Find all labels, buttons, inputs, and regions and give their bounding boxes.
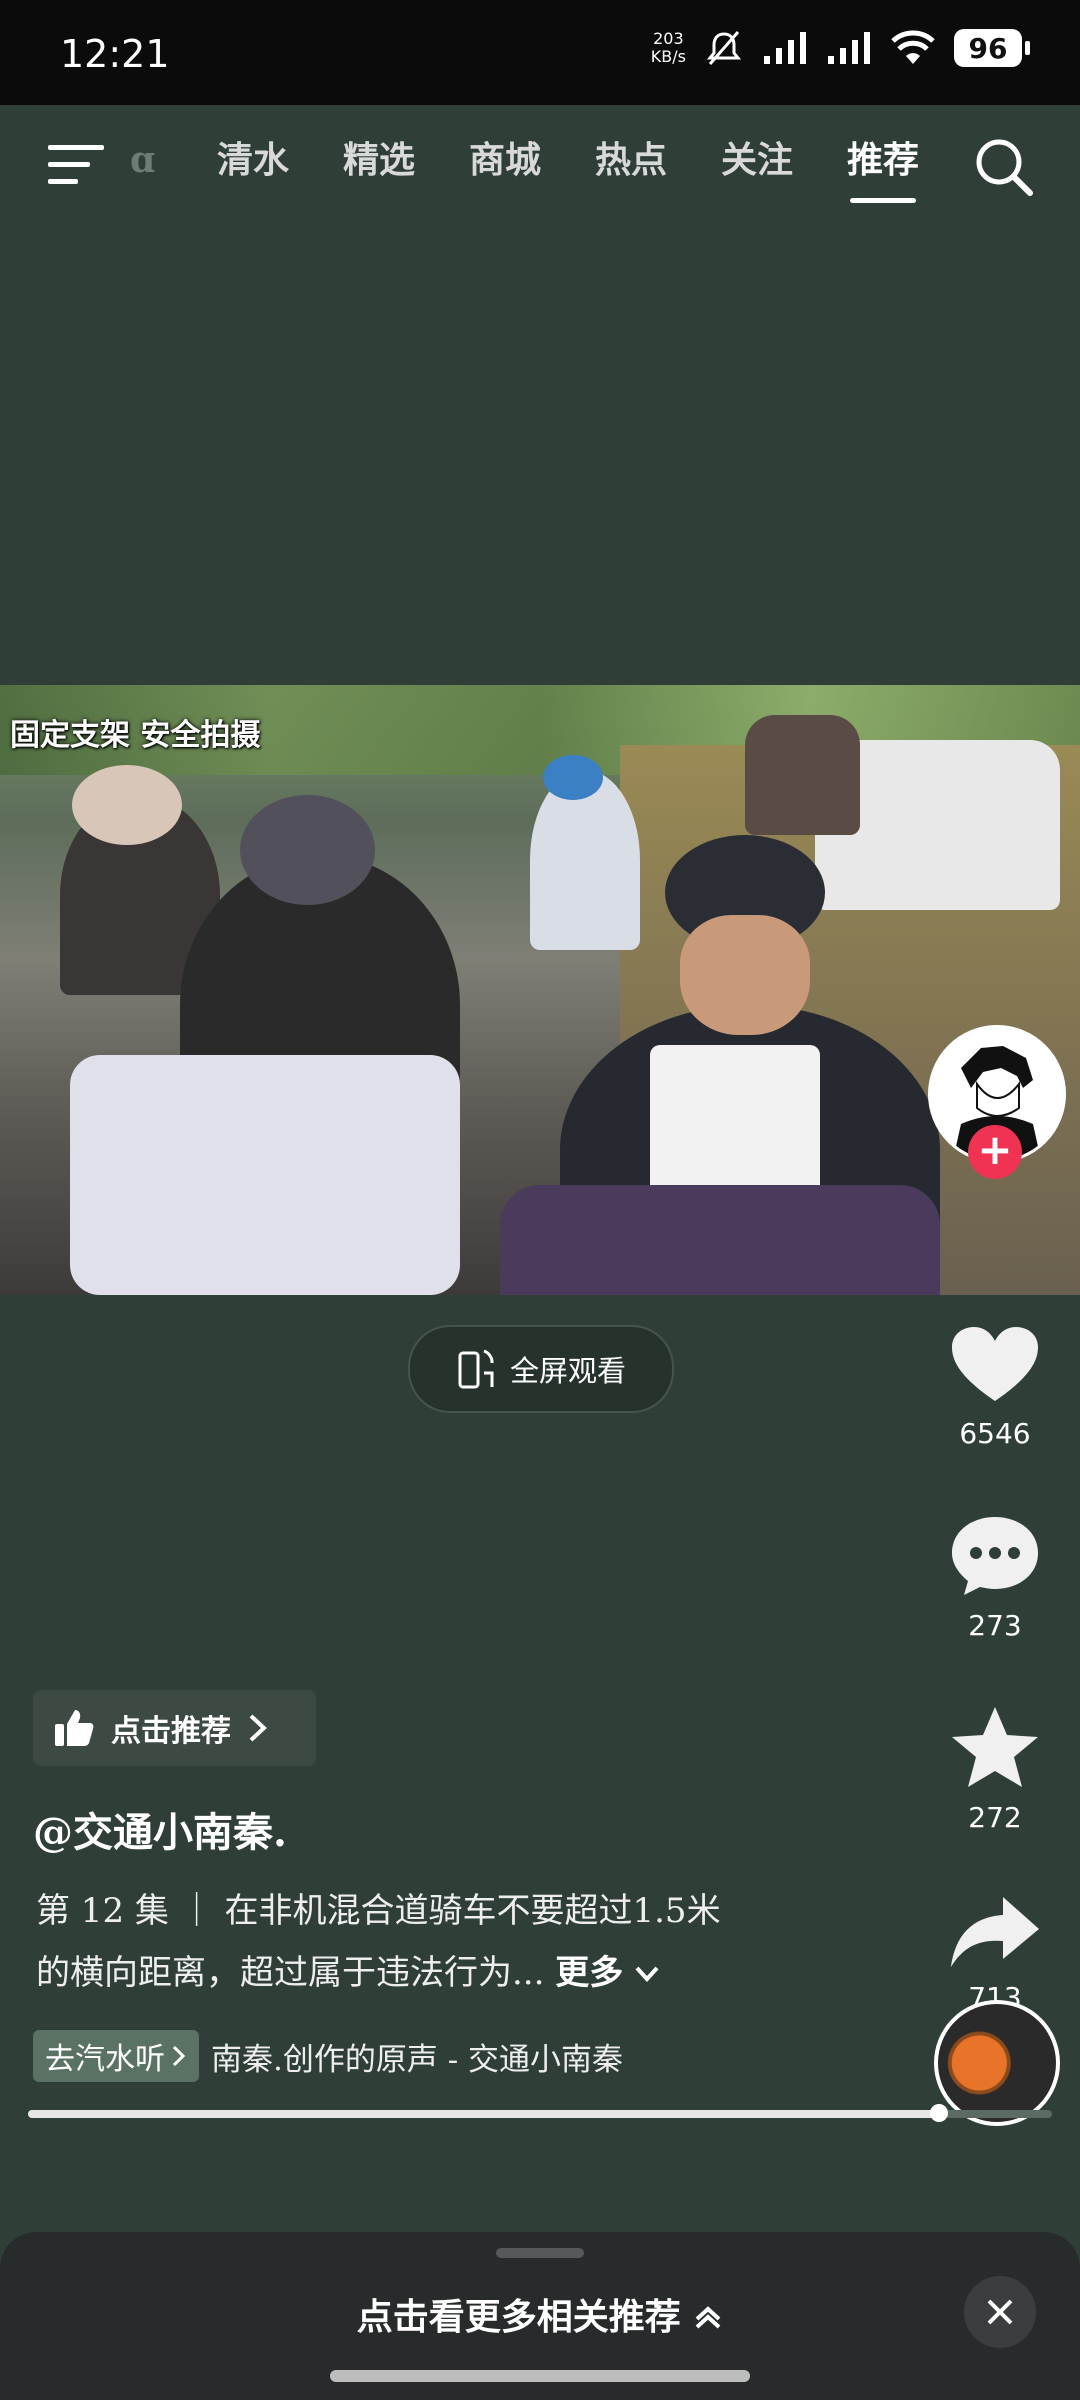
qishui-music-tag[interactable]: 去汽水听	[33, 2030, 199, 2082]
tab-qingshui[interactable]: 清水	[190, 133, 316, 203]
top-nav: ɑ 清水 精选 商城 热点 关注 推荐	[0, 105, 1080, 225]
fullscreen-button[interactable]: 全屏观看	[408, 1325, 674, 1413]
description-line-2: 的横向距离，超过属于违法行为... 更多	[36, 1942, 816, 2004]
home-indicator[interactable]	[330, 2370, 750, 2382]
comment-icon	[952, 1517, 1038, 1595]
tab-jingxuan[interactable]: 精选	[316, 133, 442, 203]
signal-icon-1	[764, 32, 806, 64]
tab-bar: ɑ 清水 精选 商城 热点 关注 推荐	[130, 133, 946, 203]
status-bar: 12:21 203 KB/s 96	[0, 0, 1080, 105]
sheet-handle[interactable]	[496, 2248, 584, 2258]
music-row[interactable]: 去汽水听 南秦.创作的原声 - 交通小南秦	[33, 2030, 623, 2082]
more-button[interactable]: 更多	[555, 1953, 623, 1993]
chevron-up-icon	[695, 2306, 721, 2329]
recommend-chip[interactable]: 点击推荐	[33, 1690, 316, 1766]
star-icon	[952, 1707, 1038, 1787]
like-count: 6546	[959, 1417, 1031, 1450]
tab-guanzhu[interactable]: 关注	[694, 133, 820, 203]
follow-button[interactable]: +	[968, 1125, 1022, 1179]
network-speed: 203 KB/s	[651, 30, 686, 66]
favorite-action[interactable]: 272	[930, 1705, 1060, 1834]
video-scene-helmet-boy	[543, 755, 603, 800]
chevron-right-small-icon	[172, 2045, 186, 2067]
heart-icon	[952, 1327, 1038, 1401]
video-scene-helmet-girl	[240, 795, 375, 905]
share-icon	[951, 1897, 1039, 1967]
network-speed-unit: KB/s	[650, 47, 686, 66]
related-recommend-label[interactable]: 点击看更多相关推荐	[0, 2288, 1080, 2340]
thumbs-up-icon	[55, 1710, 94, 1746]
recommend-chip-label: 点击推荐	[111, 1714, 231, 1749]
fullscreen-label: 全屏观看	[509, 1354, 626, 1388]
progress-fill	[28, 2110, 940, 2118]
video-scene-car-dark	[745, 715, 860, 835]
video-scene-helmet-left	[72, 765, 182, 845]
favorite-count: 272	[968, 1801, 1022, 1834]
menu-icon[interactable]	[48, 143, 104, 187]
tab-shangcheng[interactable]: 商城	[442, 133, 568, 203]
status-icons: 203 KB/s 96	[651, 28, 1030, 68]
mute-icon	[706, 31, 742, 65]
comment-action[interactable]: 273	[930, 1515, 1060, 1642]
video-watermark: 固定支架 安全拍摄	[10, 718, 261, 753]
like-action[interactable]: 6546	[930, 1325, 1060, 1450]
search-icon[interactable]	[972, 135, 1036, 199]
chevron-right-icon	[249, 1714, 267, 1742]
description-line-1: 第 12 集 ｜ 在非机混合道骑车不要超过1.5米	[36, 1891, 721, 1931]
music-tag-label: 去汽水听	[45, 2042, 165, 2077]
battery-indicator: 96	[954, 29, 1030, 67]
wifi-icon	[891, 30, 935, 64]
video-player[interactable]: 固定支架 安全拍摄	[0, 685, 1080, 1295]
share-action[interactable]: 713	[930, 1895, 1060, 2014]
video-progress-bar[interactable]	[28, 2104, 1052, 2122]
comment-count: 273	[968, 1609, 1022, 1642]
video-scene-legcover	[500, 1185, 940, 1295]
chevron-down-icon	[635, 1966, 659, 1982]
tab-redian[interactable]: 热点	[568, 133, 694, 203]
network-speed-value: 203	[653, 29, 684, 48]
signal-icon-2	[828, 32, 870, 64]
tab-tuijian[interactable]: 推荐	[820, 133, 946, 203]
music-disc[interactable]	[934, 2000, 1060, 2126]
status-time: 12:21	[60, 32, 170, 76]
video-scene-face-man	[680, 915, 810, 1035]
video-description[interactable]: 第 12 集 ｜ 在非机混合道骑车不要超过1.5米 的横向距离，超过属于违法行为…	[36, 1880, 816, 2004]
rotate-screen-icon	[458, 1349, 494, 1389]
video-scene-blanket	[70, 1055, 460, 1295]
description-line-2-text: 的横向距离，超过属于违法行为...	[36, 1953, 545, 1993]
related-recommend-text: 点击看更多相关推荐	[356, 2296, 681, 2338]
music-title: 南秦.创作的原声 - 交通小南秦	[211, 2041, 624, 2078]
author-name[interactable]: @交通小南秦.	[33, 1800, 287, 1858]
close-sheet-button[interactable]	[964, 2276, 1036, 2348]
close-icon	[987, 2299, 1013, 2325]
tab-partial[interactable]: ɑ	[130, 133, 190, 203]
